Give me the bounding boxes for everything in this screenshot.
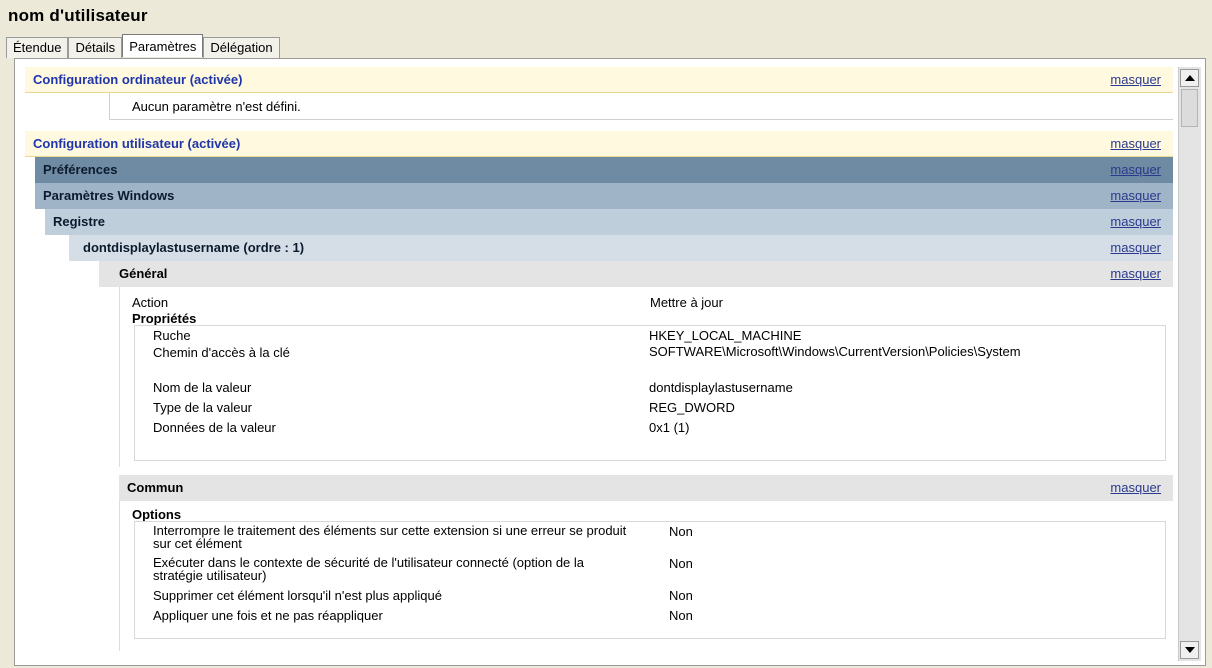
preferences-header: Préférences masquer [35,157,1173,183]
option-label: Interrompre le traitement des éléments s… [153,523,627,551]
general-header: Général masquer [99,261,1173,287]
hide-computer-config-link[interactable]: masquer [1110,67,1161,93]
option-value: Non [669,608,693,623]
general-section: Action Mettre à jour Propriétés Ruche HK… [119,287,1173,467]
report-content: Configuration ordinateur (activée) masqu… [25,67,1173,661]
property-label: Ruche [153,328,191,343]
hide-common-link[interactable]: masquer [1110,475,1161,501]
property-value: SOFTWARE\Microsoft\Windows\CurrentVersio… [649,344,1021,359]
hide-user-config-link[interactable]: masquer [1110,131,1161,157]
scroll-up-button[interactable] [1180,69,1199,87]
option-label: Exécuter dans le contexte de sécurité de… [153,555,585,583]
user-config-header: Configuration utilisateur (activée) masq… [25,131,1173,157]
general-title: Général [119,266,168,281]
settings-panel: Configuration ordinateur (activée) masqu… [14,58,1206,666]
tab-details[interactable]: Détails [68,37,123,58]
tab-delegation[interactable]: Délégation [203,37,280,58]
common-section: Options Interrompre le traitement des él… [119,501,1173,651]
no-settings-text: Aucun paramètre n'est défini. [132,99,301,114]
option-value: Non [669,524,693,539]
property-label: Données de la valeur [153,420,276,435]
option-value: Non [669,588,693,603]
common-title: Commun [127,480,184,495]
property-label: Type de la valeur [153,400,253,415]
user-config-title: Configuration utilisateur (activée) [33,136,241,151]
option-value: Non [669,556,693,571]
scroll-down-button[interactable] [1180,641,1199,659]
options-heading: Options [132,507,182,522]
property-label: Chemin d'accès à la clé [153,345,290,360]
option-label: Appliquer une fois et ne pas réappliquer [153,608,383,623]
windows-settings-header: Paramètres Windows masquer [35,183,1173,209]
options-table: Interrompre le traitement des éléments s… [134,521,1166,639]
tab-bar: Étendue Détails Paramètres Délégation [6,34,280,59]
tab-settings[interactable]: Paramètres [122,34,204,57]
property-value: REG_DWORD [649,400,735,415]
registry-header: Registre masquer [45,209,1173,235]
computer-config-title: Configuration ordinateur (activée) [33,72,243,87]
hide-registry-item-link[interactable]: masquer [1110,235,1161,261]
preferences-title: Préférences [43,162,118,177]
hide-windows-settings-link[interactable]: masquer [1110,183,1161,209]
action-value: Mettre à jour [650,295,723,310]
option-label: Supprimer cet élément lorsqu'il n'est pl… [153,588,442,603]
property-value: 0x1 (1) [649,420,690,435]
vertical-scrollbar[interactable] [1178,67,1201,661]
computer-config-header: Configuration ordinateur (activée) masqu… [25,67,1173,93]
tab-scope[interactable]: Étendue [6,37,69,58]
action-label: Action [132,295,169,310]
common-header: Commun masquer [119,475,1173,501]
properties-heading: Propriétés [132,311,197,326]
arrow-up-icon [1185,75,1195,81]
scrollbar-thumb[interactable] [1181,89,1198,127]
hide-preferences-link[interactable]: masquer [1110,157,1161,183]
registry-item-title: dontdisplaylastusername (ordre : 1) [83,240,305,255]
hide-registry-link[interactable]: masquer [1110,209,1161,235]
registry-item-header: dontdisplaylastusername (ordre : 1) masq… [69,235,1173,261]
property-value: HKEY_LOCAL_MACHINE [649,328,802,343]
windows-settings-title: Paramètres Windows [43,188,175,203]
hide-general-link[interactable]: masquer [1110,261,1161,287]
property-label: Nom de la valeur [153,380,252,395]
computer-config-body: Aucun paramètre n'est défini. [109,93,1173,120]
arrow-down-icon [1185,647,1195,653]
property-value: dontdisplaylastusername [649,380,793,395]
registry-title: Registre [53,214,106,229]
properties-table: Ruche HKEY_LOCAL_MACHINE Chemin d'accès … [134,325,1166,461]
window-title: nom d'utilisateur [8,6,148,25]
